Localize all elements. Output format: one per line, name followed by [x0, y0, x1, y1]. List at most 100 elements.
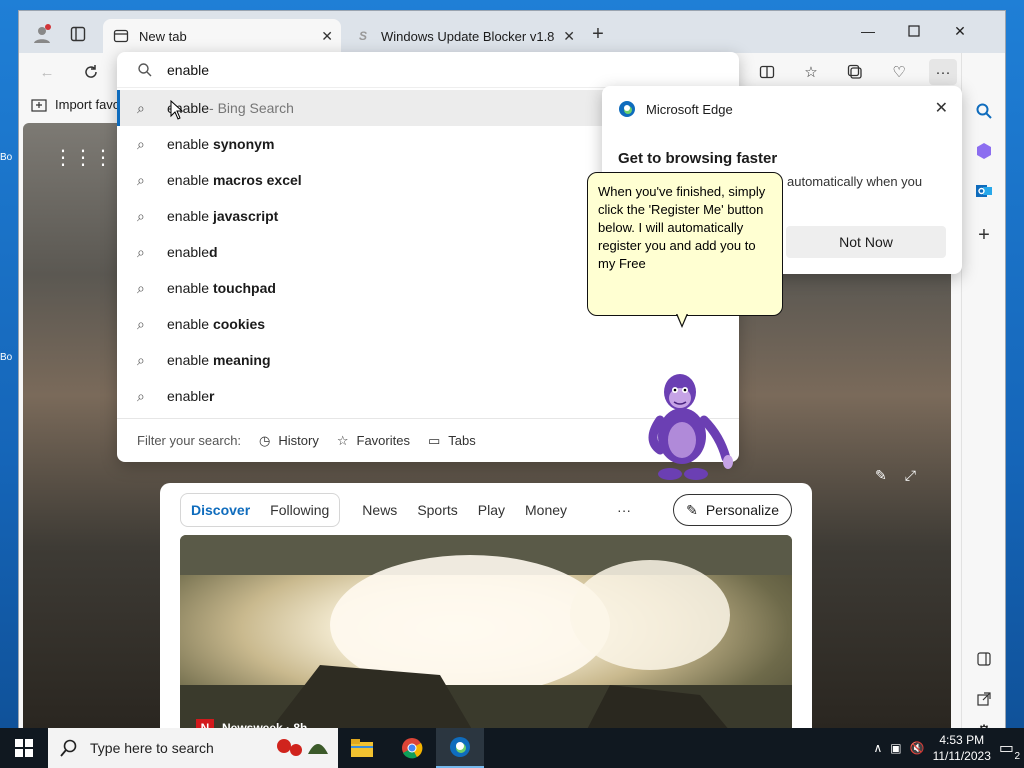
suggestion-bold: synonym	[212, 136, 275, 152]
popup-header: Microsoft Edge	[618, 100, 733, 118]
close-window-icon[interactable]: ✕	[937, 17, 983, 45]
copilot-sidebar-icon[interactable]	[970, 137, 998, 165]
search-icon: ⌕	[137, 135, 145, 152]
feed-link-play[interactable]: Play	[468, 502, 515, 518]
close-tab-icon[interactable]: ✕	[321, 28, 333, 45]
feed-more-button[interactable]: ···	[607, 502, 641, 518]
suggestion-text: enable	[167, 172, 213, 188]
network-icon[interactable]: ▣	[890, 741, 901, 755]
minimize-icon[interactable]: —	[845, 17, 891, 45]
open-external-icon[interactable]	[970, 685, 998, 713]
ntp-overlay-controls: ✎ ⤢	[875, 467, 916, 484]
edit-background-icon[interactable]: ✎	[875, 467, 887, 484]
suggestion-text: enable	[167, 280, 213, 296]
tab-actions-icon[interactable]	[65, 21, 91, 47]
suggestion-bold: meaning	[212, 352, 271, 368]
feed-link-sports[interactable]: Sports	[407, 502, 467, 518]
tab-new-tab[interactable]: New tab ✕	[103, 19, 341, 53]
filter-history-button[interactable]: ◷ History	[259, 433, 319, 449]
clock-date: 11/11/2023	[932, 749, 991, 763]
suggestion-text: enable	[167, 136, 213, 152]
maximize-icon[interactable]	[891, 17, 937, 45]
search-icon: ⌕	[137, 207, 145, 224]
tab-windows-update-blocker[interactable]: S Windows Update Blocker v1.8 ✕	[345, 19, 583, 53]
news-article-image[interactable]: N Newsweek · 8h	[180, 535, 792, 729]
suggestion-bold: macros excel	[212, 172, 302, 188]
taskbar-search-placeholder: Type here to search	[90, 740, 214, 756]
import-icon	[31, 98, 47, 112]
back-arrow-icon[interactable]: ←	[33, 59, 61, 85]
show-hidden-icons-chevron-icon[interactable]: ∧	[874, 741, 883, 755]
address-bar[interactable]	[117, 52, 739, 88]
suggestion-text: enable	[167, 388, 210, 404]
system-tray: ∧ ▣ 🔇 4:53 PM 11/11/2023 ▭ 2	[874, 728, 1024, 768]
search-icon: ⌕	[137, 279, 145, 296]
artillery-scene-image	[180, 535, 792, 729]
tab-discover[interactable]: Discover	[191, 502, 250, 518]
edge-sidebar: + ⚙	[961, 53, 1005, 740]
suggestion-text: enable	[167, 208, 213, 224]
taskbar-search-box[interactable]: Type here to search	[48, 728, 338, 768]
browser-essentials-icon[interactable]: ♡	[885, 59, 913, 85]
search-icon: ⌕	[137, 171, 145, 188]
import-favorites-button[interactable]: Import favo	[31, 97, 120, 112]
poppy-decoration-icon	[270, 732, 330, 765]
feed-navigation: Discover Following News Sports Play Mone…	[180, 493, 792, 527]
taskbar-clock[interactable]: 4:53 PM 11/11/2023	[933, 732, 991, 764]
suggestion-text: enable	[167, 244, 210, 260]
new-tab-plus-icon[interactable]: +	[585, 21, 611, 47]
favorites-star-icon[interactable]: ☆	[797, 59, 825, 85]
notifications-icon[interactable]: ▭ 2	[999, 738, 1020, 762]
feed-link-news[interactable]: News	[352, 502, 407, 518]
settings-more-icon[interactable]: ···	[929, 59, 957, 85]
filter-favorites-button[interactable]: ☆ Favorites	[337, 433, 410, 449]
file-explorer-icon[interactable]	[338, 728, 386, 768]
refresh-icon[interactable]	[77, 59, 105, 85]
new-tab-icon	[113, 28, 129, 44]
hide-sidebar-icon[interactable]	[970, 645, 998, 673]
tab-following[interactable]: Following	[270, 502, 329, 518]
desktop-icon-label[interactable]: Bo	[0, 152, 18, 192]
volume-muted-icon[interactable]: 🔇	[910, 741, 925, 755]
edge-taskbar-icon[interactable]	[436, 728, 484, 768]
suggestion-hint: - Bing Search	[209, 100, 294, 116]
news-feed-panel: Discover Following News Sports Play Mone…	[160, 483, 812, 729]
add-sidebar-app-icon[interactable]: +	[970, 221, 998, 249]
split-screen-icon[interactable]	[753, 59, 781, 85]
start-button[interactable]	[0, 728, 48, 768]
app-launcher-icon[interactable]: ⋮⋮⋮	[53, 145, 113, 170]
filter-favorites-label: Favorites	[356, 433, 410, 448]
assistant-speech-balloon: When you've finished, simply click the '…	[587, 172, 783, 316]
popup-app-name: Microsoft Edge	[646, 101, 733, 117]
personalize-label: Personalize	[705, 502, 779, 518]
search-icon	[138, 62, 152, 76]
close-tab-icon[interactable]: ✕	[563, 28, 575, 45]
desktop-icon-label[interactable]: Bo	[0, 352, 18, 392]
filter-tabs-button[interactable]: ▭ Tabs	[428, 433, 476, 449]
suggestion-bold: javascript	[212, 208, 279, 224]
address-input[interactable]	[167, 61, 567, 78]
tab-bar: New tab ✕ S Windows Update Blocker v1.8 …	[19, 11, 1005, 53]
not-now-button[interactable]: Not Now	[786, 226, 946, 258]
chrome-icon[interactable]	[388, 728, 436, 768]
personalize-button[interactable]: ✎ Personalize	[673, 494, 792, 526]
collections-icon[interactable]	[841, 59, 869, 85]
purple-ape-assistant-icon[interactable]	[640, 370, 740, 482]
search-icon	[60, 739, 77, 757]
suggestion-bold: r	[209, 388, 215, 404]
search-icon: ⌕	[137, 315, 145, 332]
filter-history-label: History	[278, 433, 319, 448]
expand-icon[interactable]: ⤢	[905, 467, 916, 484]
balloon-tail	[676, 313, 688, 328]
suggestion-bold: d	[209, 244, 218, 260]
outlook-icon[interactable]	[970, 177, 998, 205]
mouse-cursor-icon	[170, 100, 184, 120]
tab-label: New tab	[139, 28, 187, 44]
tabs-icon: ▭	[427, 432, 441, 448]
search-sidebar-icon[interactable]	[970, 97, 998, 125]
windows-logo-icon	[15, 739, 33, 757]
close-popup-icon[interactable]: ✕	[935, 98, 948, 118]
personalize-icon: ✎	[686, 501, 698, 518]
profile-icon[interactable]	[29, 21, 55, 47]
feed-link-money[interactable]: Money	[515, 502, 577, 518]
